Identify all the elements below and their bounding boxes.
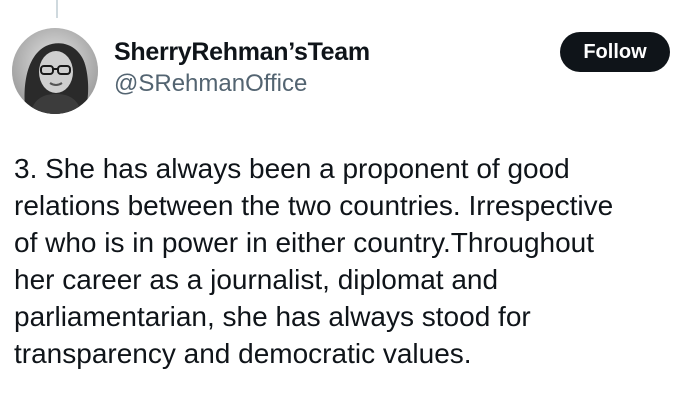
profile-photo-icon <box>12 28 98 114</box>
tweet-card: SherryRehman’sTeam @SRehmanOffice Follow… <box>0 0 700 400</box>
tweet-text-line: parliamentarian, she has always stood fo… <box>14 301 531 332</box>
tweet-text-line: transparency and democratic values. <box>14 338 472 369</box>
avatar[interactable] <box>12 28 98 114</box>
tweet-text-line: relations between the two countries. Irr… <box>14 190 614 221</box>
tweet-text-line: her career as a journalist, diplomat and <box>14 264 499 295</box>
author-info: SherryRehman’sTeam @SRehmanOffice <box>114 36 370 100</box>
display-name[interactable]: SherryRehman’sTeam <box>114 36 370 68</box>
follow-button[interactable]: Follow <box>560 32 670 72</box>
tweet-text-line: of who is in power in either country.Thr… <box>14 227 595 258</box>
thread-connector-line <box>56 0 58 18</box>
tweet-text: 3. She has always been a proponent of go… <box>14 150 694 372</box>
tweet-text-line: 3. She has always been a proponent of go… <box>14 153 570 184</box>
user-handle[interactable]: @SRehmanOffice <box>114 68 370 100</box>
